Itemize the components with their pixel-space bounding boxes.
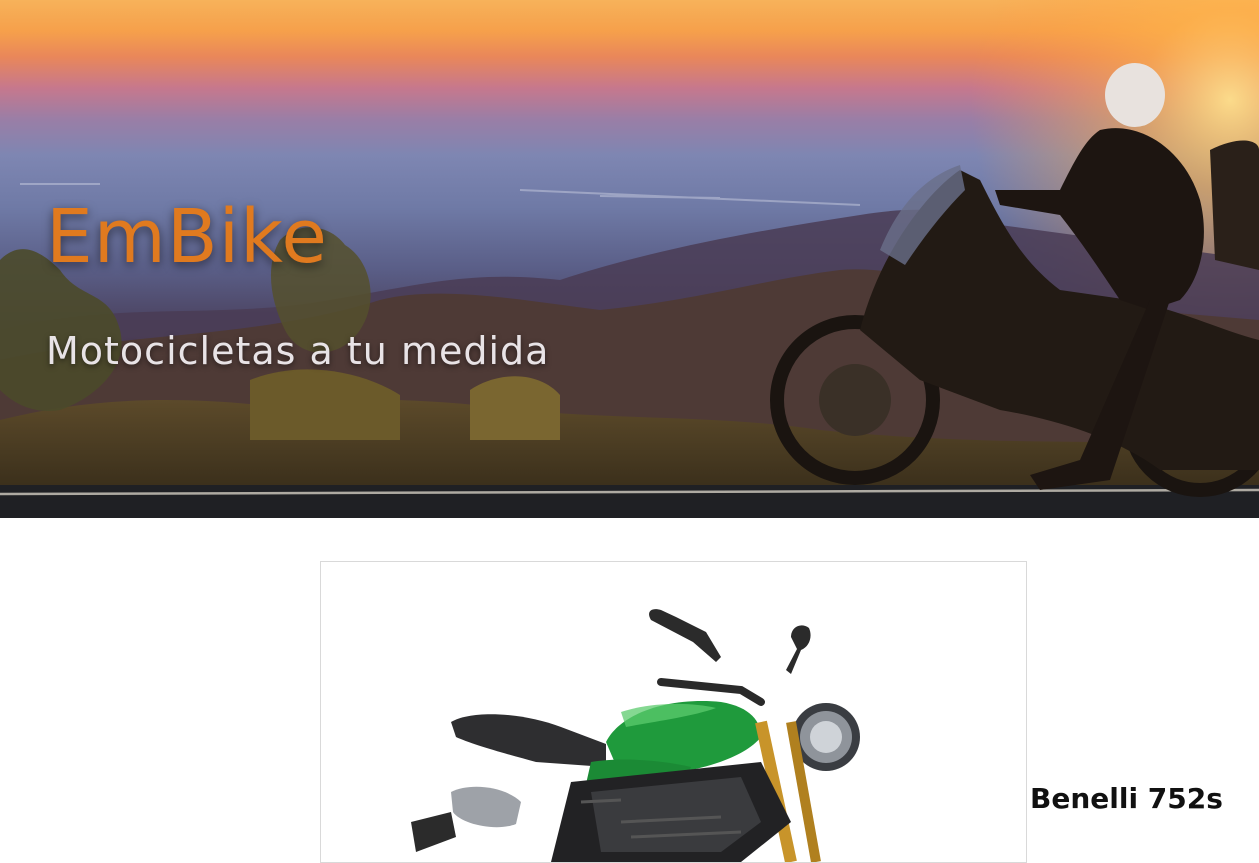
brand-title: EmBike bbox=[46, 194, 328, 280]
product-name[interactable]: Benelli 752s bbox=[1030, 783, 1223, 815]
brand-tagline: Motocicletas a tu medida bbox=[46, 329, 550, 373]
product-card[interactable] bbox=[320, 561, 1027, 863]
hero-banner: EmBike Motocicletas a tu medida bbox=[0, 0, 1259, 518]
product-image bbox=[411, 609, 860, 862]
